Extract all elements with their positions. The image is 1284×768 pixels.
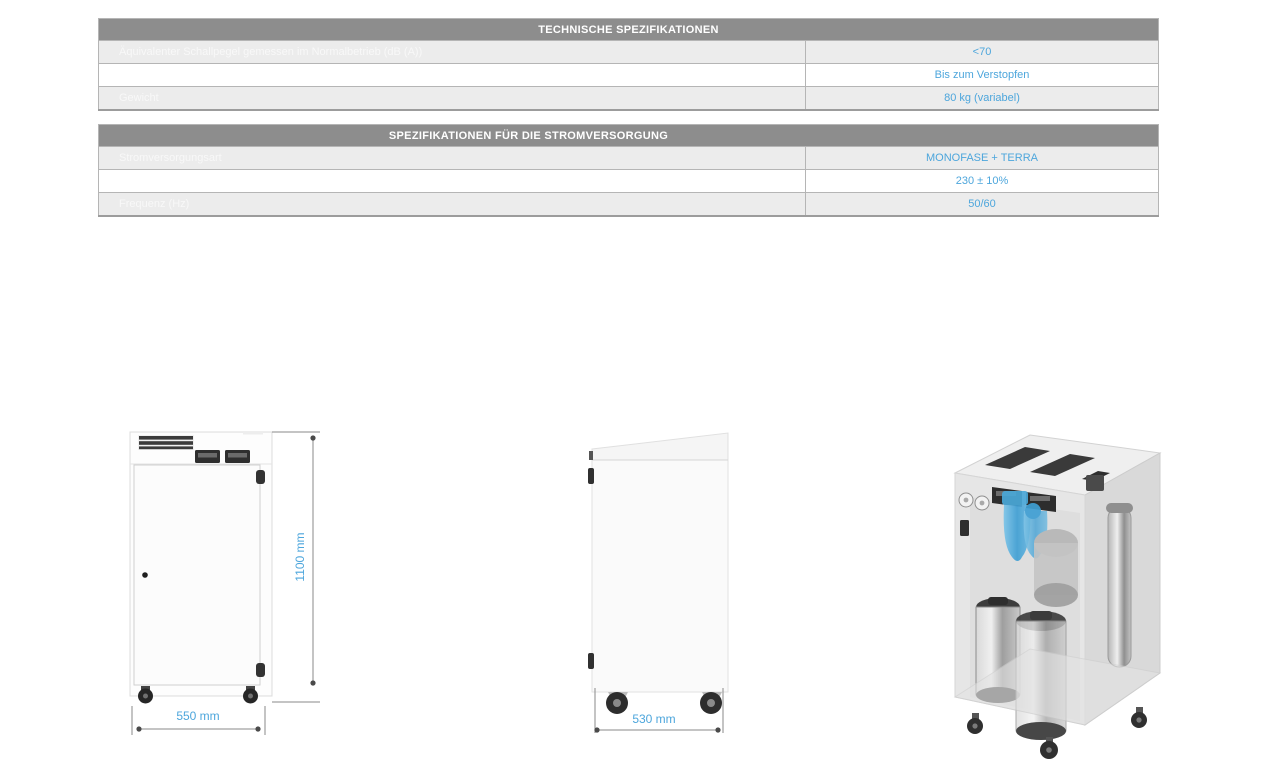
row-label: Frequenz (Hz)	[99, 193, 806, 217]
table-header-row: SPEZIFIKATIONEN FÜR DIE STROMVERSORGUNG	[99, 125, 1159, 147]
row-value: 230 ± 10%	[806, 170, 1159, 193]
cutaway-view-figure	[930, 425, 1170, 765]
hinge-bottom-icon	[256, 663, 265, 677]
latch-icon	[589, 451, 593, 460]
cabinet-side	[592, 460, 728, 692]
row-value: MONOFASE + TERRA	[806, 147, 1159, 170]
row-value: Bis zum Verstopfen	[806, 64, 1159, 87]
row-value: <70	[806, 41, 1159, 64]
table-title-text: SPEZIFIKATIONEN FÜR DIE STROMVERSORGUNG	[389, 130, 668, 142]
hinge-top-icon	[588, 468, 594, 484]
door-lock-icon	[142, 572, 148, 578]
exhaust-pipe	[1106, 503, 1133, 667]
row-value: 50/60	[806, 193, 1159, 217]
height-dimension: 1100 mm	[272, 432, 320, 702]
width-dimension-label: 530 mm	[632, 712, 675, 726]
table-row: Bis zum Verstopfen	[99, 64, 1159, 87]
caster-icons	[606, 692, 722, 714]
table-header-row: TECHNISCHE SPEZIFIKATIONEN	[99, 19, 1159, 41]
table-row: Äquivalenter Schallpegel gemessen im Nor…	[99, 41, 1159, 64]
table-title: SPEZIFIKATIONEN FÜR DIE STROMVERSORGUNG	[99, 125, 1159, 147]
front-view-figure: 1100 mm 550 mm	[98, 415, 328, 760]
spec-table-power: SPEZIFIKATIONEN FÜR DIE STROMVERSORGUNG …	[98, 124, 1159, 217]
width-dimension: 550 mm	[132, 706, 265, 735]
page: TECHNISCHE SPEZIFIKATIONEN Äquivalenter …	[0, 0, 1284, 768]
row-value: 80 kg (variabel)	[806, 87, 1159, 111]
table-row: Frequenz (Hz) 50/60	[99, 193, 1159, 217]
spec-table-technical: TECHNISCHE SPEZIFIKATIONEN Äquivalenter …	[98, 18, 1159, 111]
top-grille-icon	[138, 435, 194, 450]
hinge-top-icon	[256, 470, 265, 484]
table-title: TECHNISCHE SPEZIFIKATIONEN	[99, 19, 1159, 41]
row-label: Stromversorgungsart	[99, 147, 806, 170]
switch-icon	[960, 520, 969, 536]
row-label	[99, 64, 806, 87]
motor-unit	[1034, 529, 1078, 607]
width-dimension-label: 550 mm	[176, 709, 219, 723]
row-label	[99, 170, 806, 193]
hinge-bottom-icon	[588, 653, 594, 669]
lid	[592, 433, 728, 460]
table-row: Stromversorgungsart MONOFASE + TERRA	[99, 147, 1159, 170]
side-view-figure: 530 mm	[560, 415, 750, 760]
row-label: Äquivalenter Schallpegel gemessen im Nor…	[99, 41, 806, 64]
table-row: Gewicht 80 kg (variabel)	[99, 87, 1159, 111]
height-dimension-label: 1100 mm	[293, 532, 307, 581]
row-label: Gewicht	[99, 87, 806, 111]
cabinet-door	[134, 465, 260, 685]
table-row: 230 ± 10%	[99, 170, 1159, 193]
table-title-text: TECHNISCHE SPEZIFIKATIONEN	[538, 24, 719, 36]
